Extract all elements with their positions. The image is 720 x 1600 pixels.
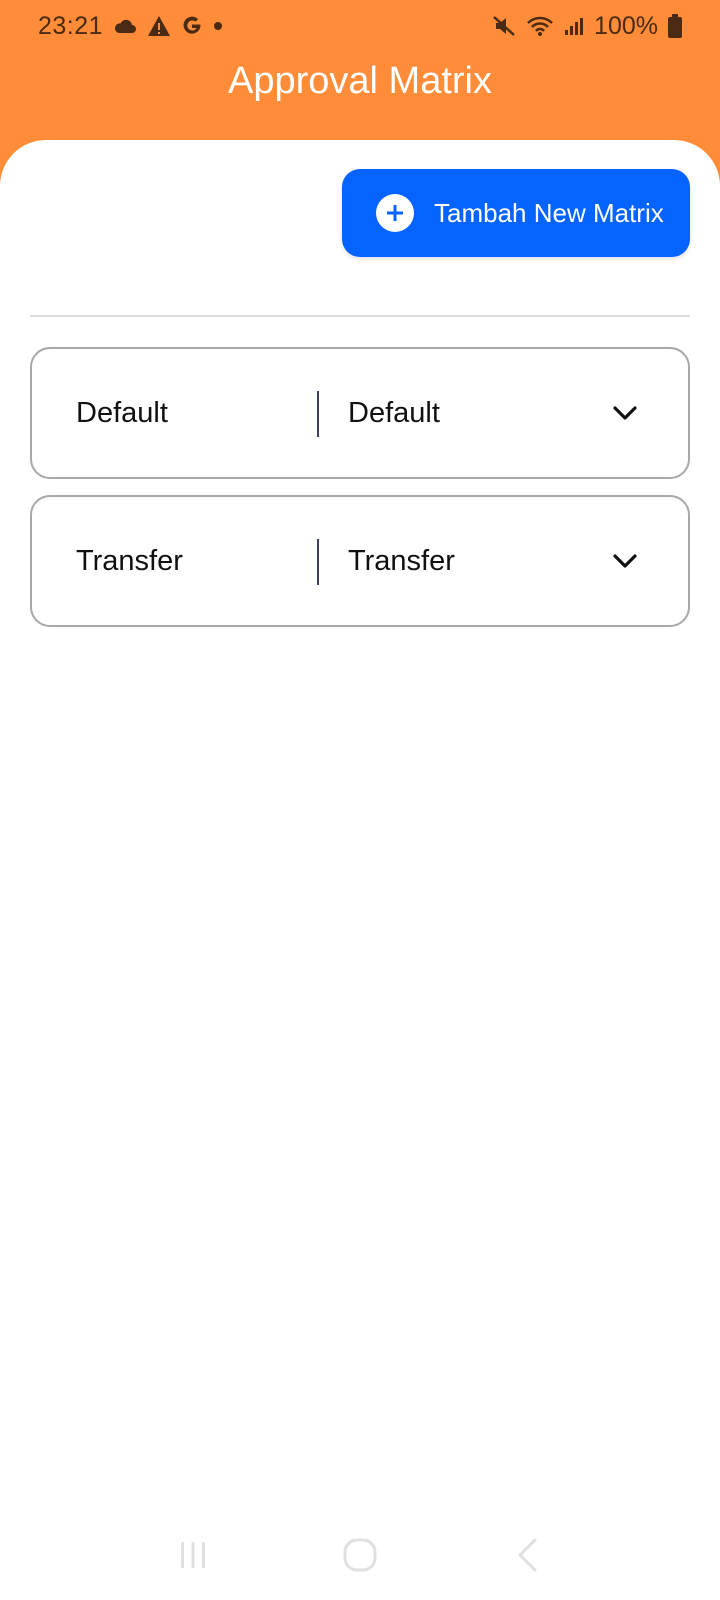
plus-circle-icon [376,194,414,232]
page-title: Approval Matrix [228,60,492,102]
warning-icon [147,15,171,37]
add-new-matrix-label: Tambah New Matrix [434,197,664,228]
battery-icon [668,14,682,38]
chevron-down-icon[interactable] [612,405,638,421]
signal-icon [564,16,584,36]
matrix-name: Transfer [76,544,183,577]
status-time: 23:21 [38,11,104,40]
back-icon[interactable] [487,1525,567,1585]
matrix-name: Default [76,396,168,429]
status-right: 100% [492,12,682,41]
matrix-separator [317,539,319,585]
divider [30,315,690,317]
cloud-icon [113,18,137,34]
add-new-matrix-button[interactable]: Tambah New Matrix [342,169,690,257]
content-sheet: Tambah New Matrix Default Default Transf… [0,140,720,1600]
home-icon[interactable] [320,1525,400,1585]
status-bar: 23:21 100% [0,0,720,52]
status-left: 23:21 [38,12,223,41]
matrix-separator [317,391,319,437]
mute-icon [492,15,516,37]
chevron-down-icon[interactable] [612,553,638,569]
recents-icon[interactable] [153,1525,233,1585]
dot-icon [213,21,223,31]
matrix-value: Default [348,396,440,429]
battery-percent: 100% [594,11,658,40]
navigation-bar [0,1510,720,1600]
matrix-list: Default Default Transfer Transfer [30,347,690,643]
wifi-icon [526,15,554,37]
google-icon [181,15,203,37]
matrix-item-transfer[interactable]: Transfer Transfer [30,495,690,627]
matrix-value: Transfer [348,544,455,577]
matrix-item-default[interactable]: Default Default [30,347,690,479]
